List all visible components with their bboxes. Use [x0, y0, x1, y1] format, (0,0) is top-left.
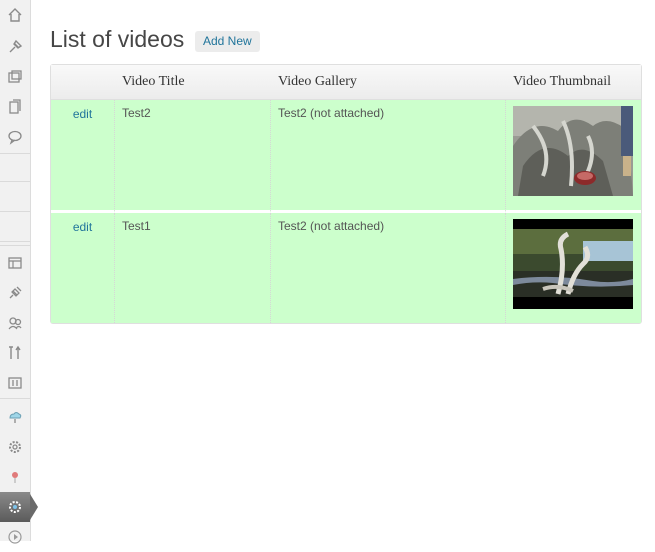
dashboard-icon[interactable]: [0, 0, 30, 30]
river-driftwood-thumbnail[interactable]: [513, 219, 633, 309]
video-thumbnail-cell: [506, 100, 641, 213]
videos-table: Video Title Video Gallery Video Thumbnai…: [50, 64, 642, 324]
pin-plugin-icon[interactable]: [0, 462, 30, 492]
column-header-video-thumbnail: Video Thumbnail: [506, 65, 641, 100]
column-header-actions: [51, 65, 115, 100]
plugins-icon[interactable]: [0, 278, 30, 308]
video-gallery-cell: Test2 (not attached): [271, 100, 506, 213]
table-header-row: Video Title Video Gallery Video Thumbnai…: [51, 65, 641, 100]
posts-icon[interactable]: [0, 32, 30, 62]
appearance-icon[interactable]: [0, 248, 30, 278]
column-header-video-title: Video Title: [115, 65, 271, 100]
driftwood-sculpture-thumbnail[interactable]: [513, 106, 633, 196]
admin-sidebar: [0, 0, 38, 544]
settings-icon[interactable]: [0, 368, 30, 398]
cloud-plugin-icon[interactable]: [0, 402, 30, 432]
video-gallery-cell: Test2 (not attached): [271, 213, 506, 323]
actions-cell: edit: [51, 213, 115, 323]
edit-link[interactable]: edit: [73, 220, 92, 234]
video-gallery-icon[interactable]: [0, 492, 30, 522]
video-title-cell: Test1: [115, 213, 271, 323]
table-row: edit Test2 Test2 (not attached): [51, 100, 641, 213]
edit-link[interactable]: edit: [73, 107, 92, 121]
add-new-button[interactable]: Add New: [195, 31, 260, 52]
actions-cell: edit: [51, 100, 115, 213]
users-icon[interactable]: [0, 308, 30, 338]
pages-icon[interactable]: [0, 92, 30, 122]
tools-icon[interactable]: [0, 338, 30, 368]
column-header-video-gallery: Video Gallery: [271, 65, 506, 100]
video-title-cell: Test2: [115, 100, 271, 213]
gear-plugin-icon[interactable]: [0, 432, 30, 462]
page-title: List of videos: [50, 26, 185, 52]
media-icon[interactable]: [0, 62, 30, 92]
comments-icon[interactable]: [0, 122, 30, 152]
play-icon[interactable]: [0, 522, 30, 552]
table-row: edit Test1 Test2 (not attached): [51, 213, 641, 323]
video-thumbnail-cell: [506, 213, 641, 323]
